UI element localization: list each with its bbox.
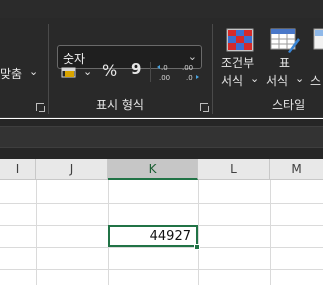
alignment-partial-label[interactable]: 맞춤 bbox=[0, 67, 22, 81]
worksheet-grid[interactable]: I J K L M 44927 bbox=[0, 159, 323, 285]
column-header-l[interactable]: L bbox=[198, 159, 270, 180]
gridline bbox=[0, 269, 323, 270]
cell-styles-partial-label[interactable]: 스 bbox=[310, 74, 321, 88]
cell-styles-icon[interactable] bbox=[313, 28, 323, 54]
column-header-k[interactable]: K bbox=[108, 159, 198, 180]
svg-text:.0: .0 bbox=[186, 74, 193, 82]
title-bar bbox=[0, 0, 323, 18]
conditional-formatting-label-top[interactable]: 조건부 bbox=[221, 56, 254, 70]
svg-text:.00: .00 bbox=[182, 64, 193, 72]
chevron-down-icon[interactable]: ⌄ bbox=[250, 72, 259, 86]
conditional-formatting-icon[interactable] bbox=[226, 28, 254, 52]
column-header-i[interactable]: I bbox=[0, 159, 36, 180]
active-cell-value: 44927 bbox=[149, 229, 191, 244]
button-separator bbox=[150, 62, 151, 82]
gridline bbox=[0, 247, 323, 248]
gridline bbox=[0, 203, 323, 204]
group-separator bbox=[212, 24, 213, 114]
active-cell[interactable]: 44927 bbox=[108, 225, 198, 247]
column-header-m[interactable]: M bbox=[270, 159, 323, 180]
format-as-table-label-bottom[interactable]: 서식 bbox=[266, 74, 288, 88]
chevron-down-icon[interactable]: ⌄ bbox=[295, 72, 304, 86]
decrease-decimal-icon[interactable]: .00 .0 bbox=[180, 62, 200, 82]
percent-style-button[interactable]: % bbox=[102, 63, 117, 79]
alignment-chevron-icon[interactable]: ⌄ bbox=[29, 65, 38, 79]
format-as-table-label-top[interactable]: 표 bbox=[279, 56, 290, 70]
accounting-format-icon[interactable] bbox=[61, 66, 79, 80]
format-as-table-icon[interactable] bbox=[270, 28, 300, 54]
formula-bar[interactable] bbox=[0, 126, 323, 148]
svg-text:.0: .0 bbox=[161, 64, 168, 72]
ribbon: 맞춤 ⌄ 숫자 ⌄ ⌄ % 9 .0 .00 .00 .0 표시 형식 조건부 … bbox=[0, 18, 323, 118]
comma-style-button[interactable]: 9 bbox=[131, 62, 141, 77]
conditional-formatting-label-bottom[interactable]: 서식 bbox=[221, 74, 243, 88]
alignment-launcher-icon[interactable] bbox=[36, 103, 45, 112]
increase-decimal-icon[interactable]: .0 .00 bbox=[156, 62, 176, 82]
column-header-j[interactable]: J bbox=[36, 159, 108, 180]
number-format-launcher-icon[interactable] bbox=[200, 103, 209, 112]
column-headers: I J K L M bbox=[0, 159, 323, 180]
fill-handle[interactable] bbox=[194, 244, 200, 250]
group-separator bbox=[48, 24, 49, 114]
number-format-value: 숫자 bbox=[63, 52, 86, 66]
svg-text:.00: .00 bbox=[159, 74, 170, 82]
styles-group-label: 스타일 bbox=[272, 98, 306, 112]
accounting-chevron-icon[interactable]: ⌄ bbox=[83, 65, 92, 79]
number-group-label: 표시 형식 bbox=[96, 98, 144, 112]
